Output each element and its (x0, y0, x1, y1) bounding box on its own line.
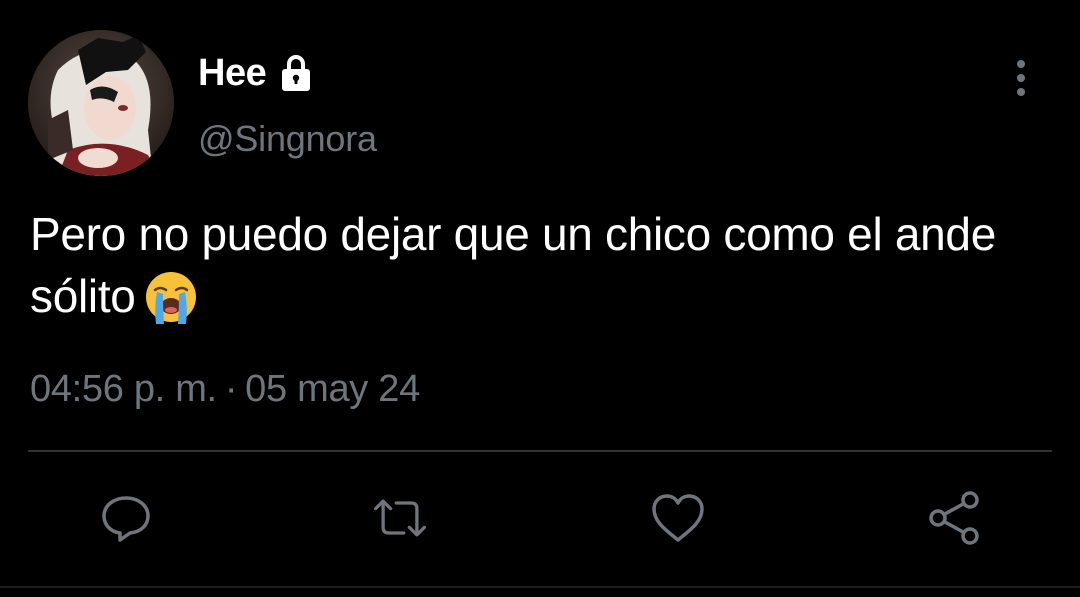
author-name-row: Hee (198, 50, 316, 96)
comment-bubble-icon (102, 496, 150, 542)
tweet-time: 04:56 p. m. (30, 368, 217, 410)
tweet-detail: Hee @Singnora Pero no puedo dejar que un… (0, 0, 1080, 597)
heart-icon (652, 494, 704, 542)
tweet-text: Pero no puedo dejar que un chico como el… (30, 203, 1070, 327)
avatar-image (28, 30, 174, 176)
tweet-date: 05 may 24 (245, 368, 420, 410)
bottom-divider (0, 586, 1080, 588)
action-bar (0, 488, 1080, 548)
retweet-icon (373, 499, 427, 537)
share-button[interactable] (924, 488, 984, 548)
author-handle[interactable]: @Singnora (198, 118, 377, 160)
retweet-button[interactable] (370, 488, 430, 548)
avatar[interactable] (28, 30, 174, 176)
lock-icon (276, 53, 316, 93)
display-name[interactable]: Hee (198, 52, 267, 95)
like-button[interactable] (648, 488, 708, 548)
timestamp-separator: · (224, 368, 238, 410)
reply-button[interactable] (96, 488, 156, 548)
divider (28, 450, 1052, 452)
share-icon (929, 491, 979, 545)
more-vertical-icon[interactable] (1003, 58, 1039, 100)
loudly-crying-face-icon (144, 270, 198, 324)
timestamp[interactable]: 04:56 p. m. · 05 may 24 (30, 368, 420, 411)
